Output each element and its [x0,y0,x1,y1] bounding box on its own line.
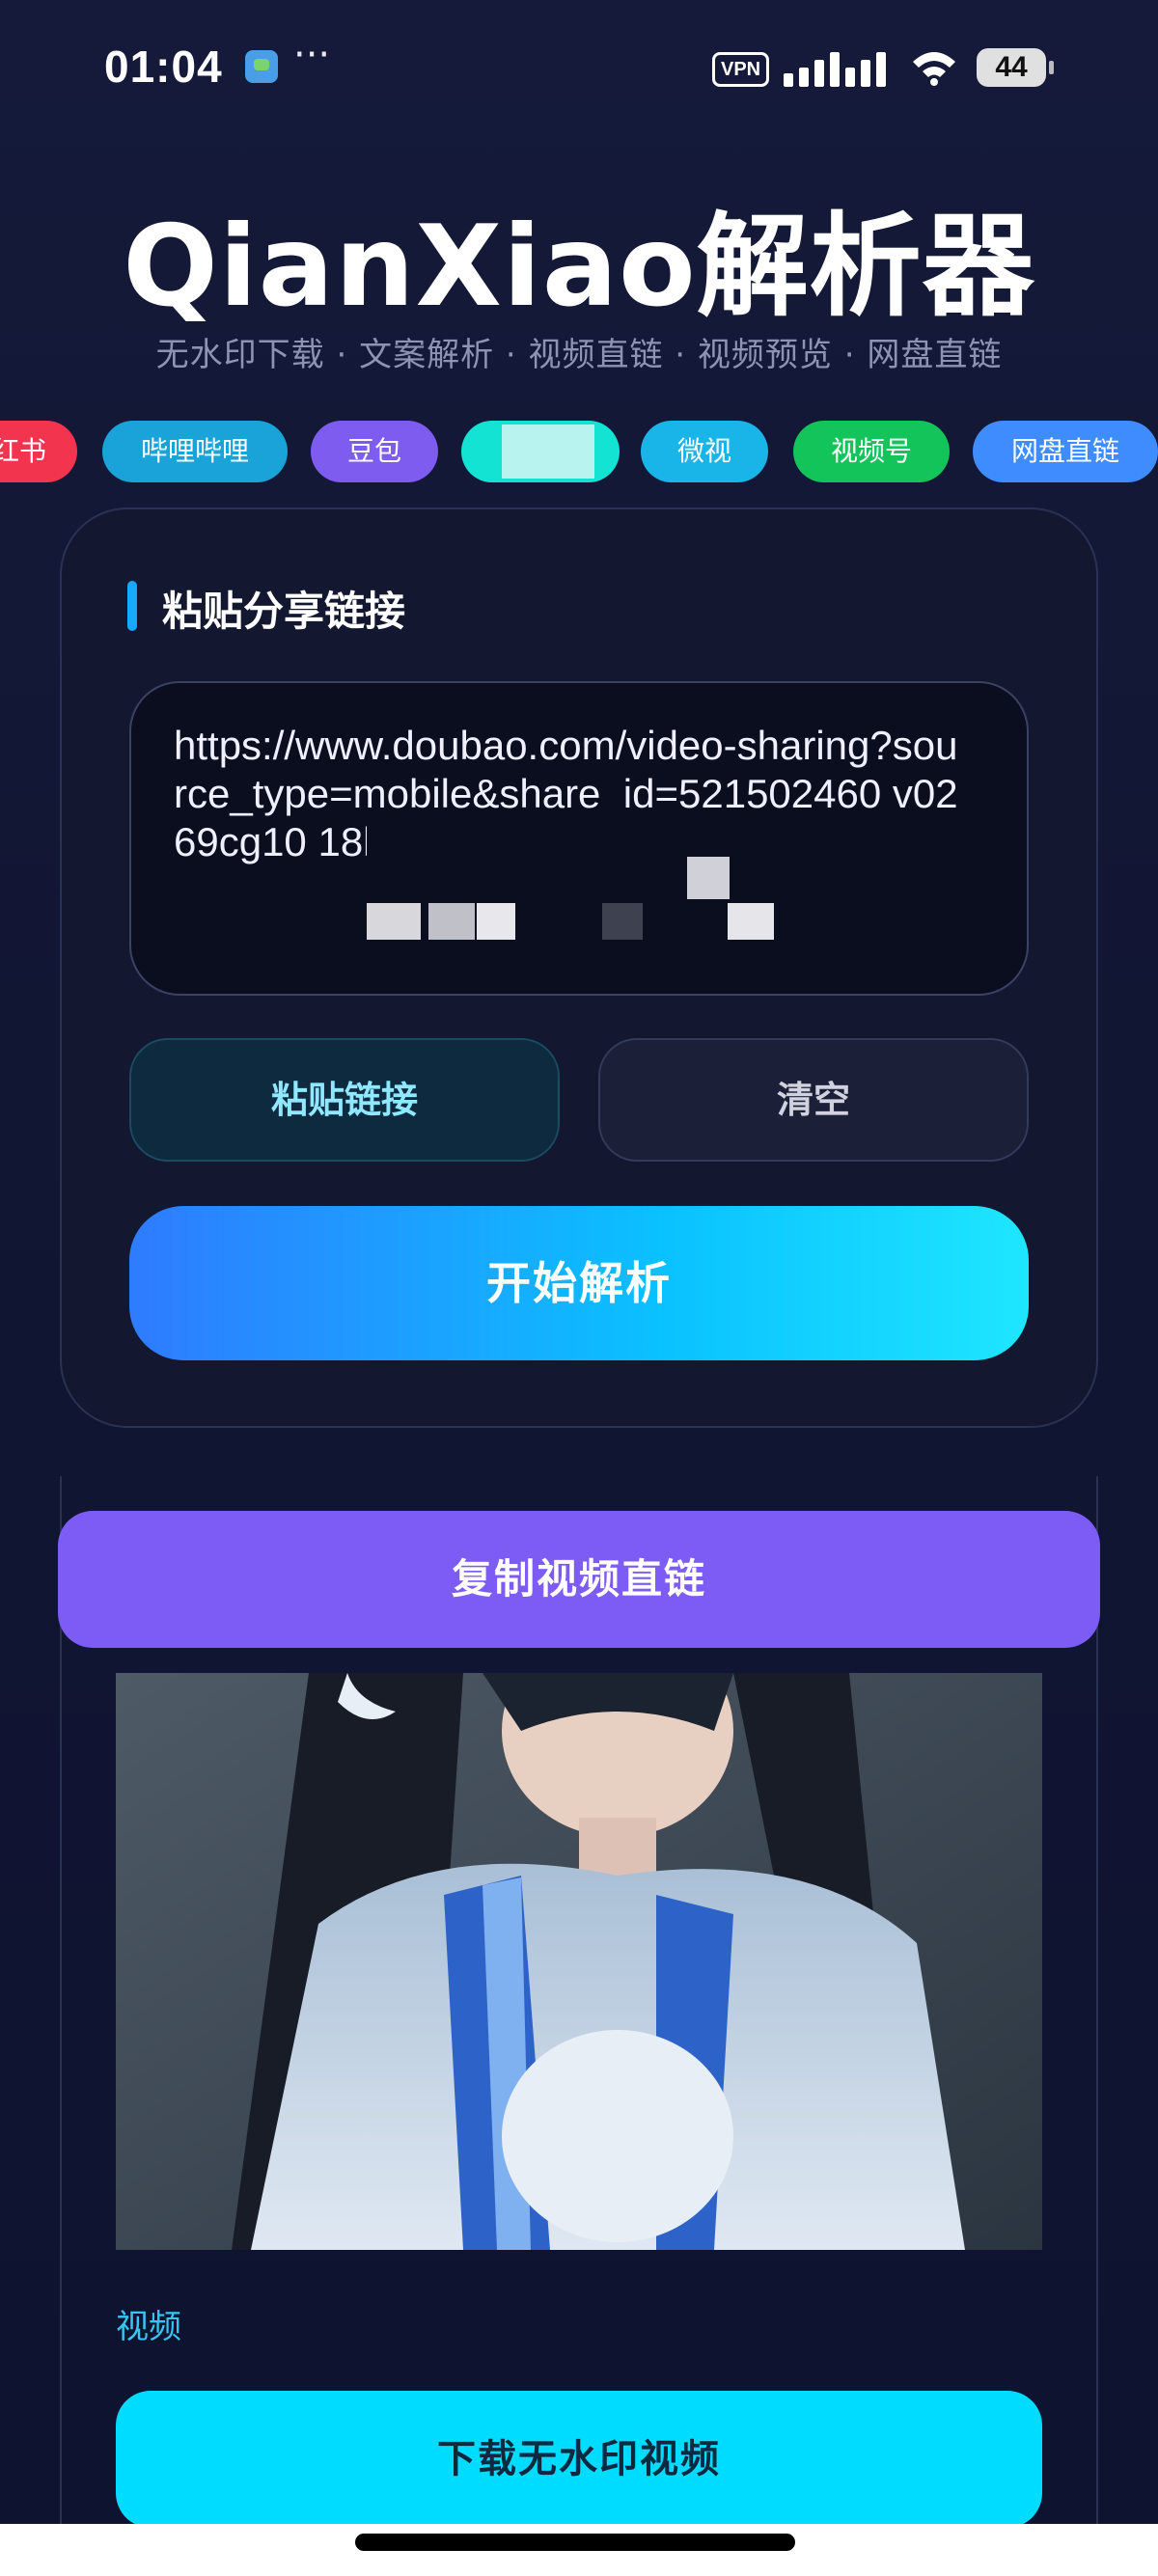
redaction-block [367,903,421,940]
wifi-icon [913,52,955,86]
redaction-block [428,903,475,940]
signal-icon [784,50,890,87]
redaction-block [602,903,643,940]
blur-mask [502,425,594,479]
app-subtitle: 无水印下载 · 文案解析 · 视频直链 · 视频预览 · 网盘直链 [155,336,1003,374]
redaction-block [687,857,730,899]
section-title: 粘贴分享链接 [162,588,406,635]
start-parse-button[interactable]: 开始解析 [129,1206,1029,1360]
app-notification-icon [245,50,278,83]
battery-icon: 44 [977,48,1054,87]
status-bar: 01:04 ··· VPN 44 [0,0,1158,135]
status-time: 01:04 [104,41,223,92]
chip-netdisk[interactable]: 网盘直链 [973,421,1158,482]
vpn-badge: VPN [712,52,770,87]
clear-button[interactable]: 清空 [598,1038,1029,1162]
copy-video-link-button[interactable]: 复制视频直链 [58,1511,1100,1648]
chip-xiaohongshu[interactable]: 红书 [0,421,77,482]
redaction-block [477,903,515,940]
more-notifications-icon: ··· [293,33,331,77]
download-no-watermark-button[interactable]: 下载无水印视频 [116,2391,1042,2528]
chip-shipinhao[interactable]: 视频号 [793,421,950,482]
chip-doubao[interactable]: 豆包 [311,421,438,482]
media-type-label: 视频 [116,2308,181,2346]
video-thumbnail-image [116,1673,1042,2250]
app-title: QianXiao解析器 [123,202,1035,332]
chip-weishi[interactable]: 微视 [641,421,768,482]
chip-bilibili[interactable]: 哔哩哔哩 [102,421,288,482]
home-indicator[interactable] [355,2534,795,2551]
paste-link-button[interactable]: 粘贴链接 [129,1038,560,1162]
section-accent-bar [127,581,137,631]
video-preview[interactable] [116,1673,1042,2250]
redaction-block [728,903,774,940]
